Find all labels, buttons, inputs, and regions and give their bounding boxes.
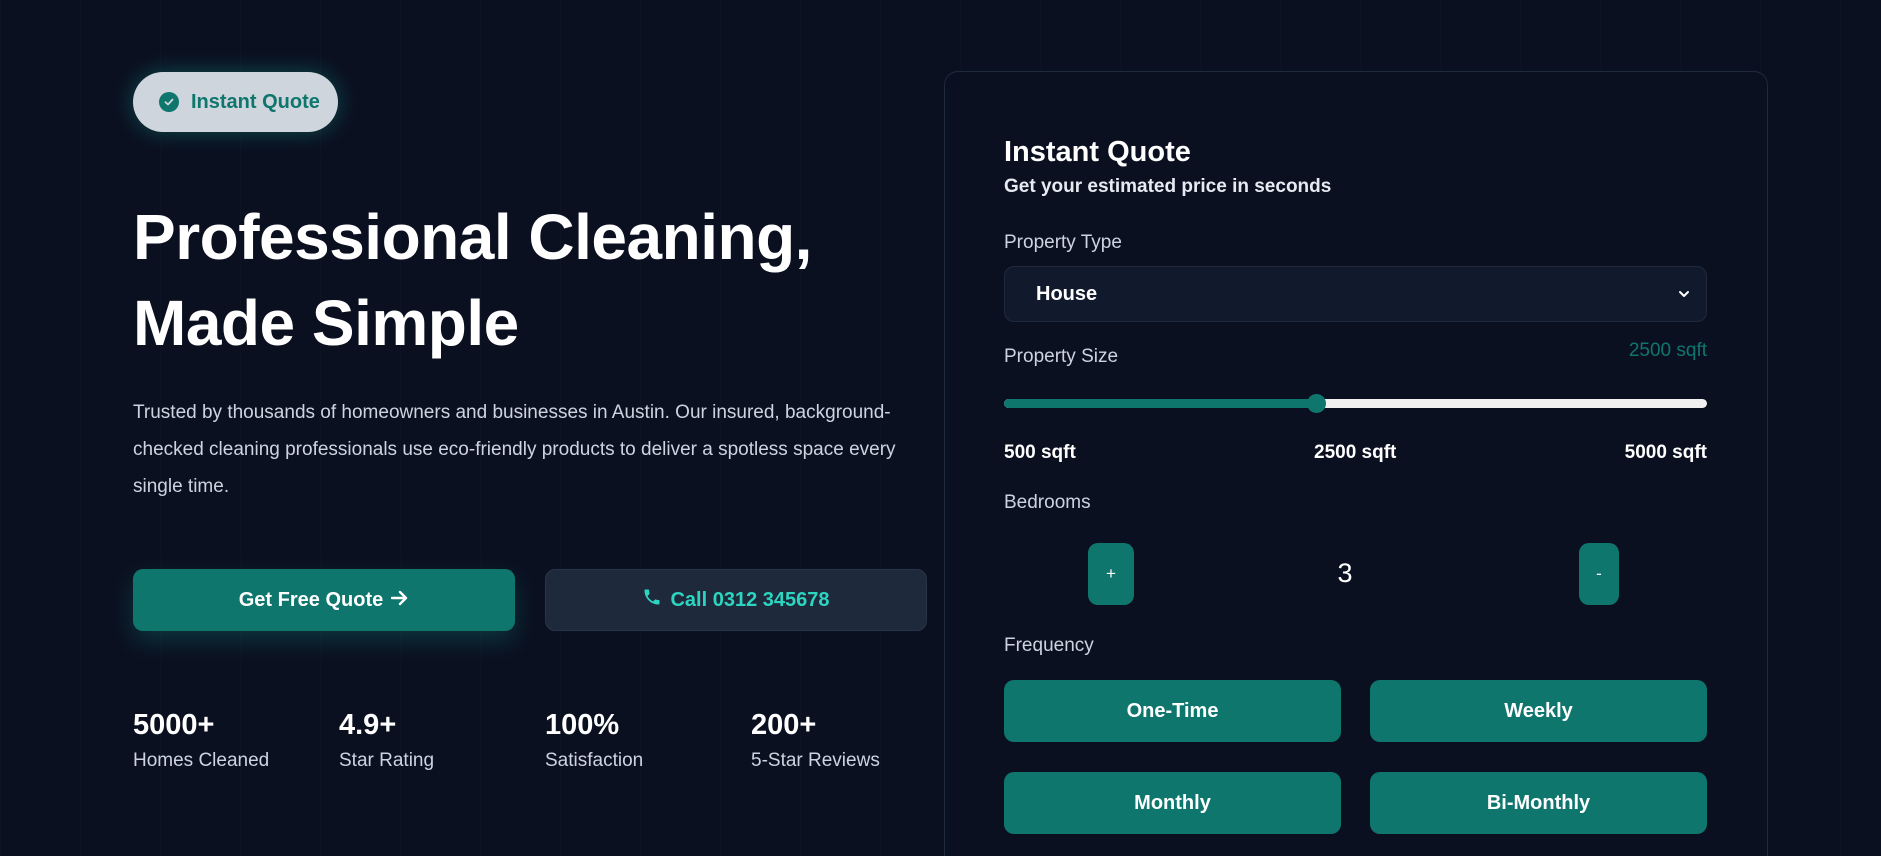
quote-card: Instant Quote Get your estimated price i… bbox=[944, 71, 1768, 856]
call-button-label: Call 0312 345678 bbox=[670, 588, 830, 611]
bedrooms-increment-button[interactable]: + bbox=[1088, 543, 1134, 605]
property-type-value: House bbox=[1036, 282, 1098, 305]
slider-fill bbox=[1004, 399, 1316, 408]
page: Instant Quote Professional Cleaning, Mad… bbox=[0, 0, 1881, 856]
stat-homes-cleaned: 5000+ Homes Cleaned bbox=[133, 708, 339, 772]
quote-subtitle: Get your estimated price in seconds bbox=[1004, 176, 1332, 197]
frequency-monthly-button[interactable]: Monthly bbox=[1004, 772, 1341, 834]
bedrooms-label: Bedrooms bbox=[1004, 492, 1091, 513]
arrow-right-icon bbox=[391, 589, 409, 612]
property-size-slider[interactable] bbox=[1004, 394, 1707, 413]
frequency-weekly-button[interactable]: Weekly bbox=[1370, 680, 1707, 742]
cta-row: Get Free Quote Call 0312 345678 bbox=[133, 569, 927, 631]
hero-description: Trusted by thousands of homeowners and b… bbox=[133, 402, 896, 497]
frequency-one-time-button[interactable]: One-Time bbox=[1004, 680, 1341, 742]
stat-star-rating: 4.9+ Star Rating bbox=[339, 708, 545, 772]
stat-satisfaction: 100% Satisfaction bbox=[545, 708, 751, 772]
property-size-label: Property Size bbox=[1004, 346, 1119, 367]
headline-line-2: Made Simple bbox=[133, 287, 519, 359]
bedrooms-decrement-button[interactable]: - bbox=[1579, 543, 1619, 605]
property-type-label: Property Type bbox=[1004, 232, 1122, 253]
stat-label: Satisfaction bbox=[545, 750, 644, 771]
size-tick-max: 5000 sqft bbox=[1624, 442, 1707, 463]
chevron-down-icon bbox=[1674, 284, 1694, 304]
stat-value: 200+ bbox=[751, 709, 817, 741]
instant-quote-badge: Instant Quote bbox=[133, 72, 338, 132]
property-size-value: 2500 sqft bbox=[1628, 340, 1707, 361]
check-circle-icon bbox=[159, 92, 179, 112]
headline-line-1: Professional Cleaning, bbox=[133, 201, 812, 273]
size-tick-mid: 2500 sqft bbox=[1314, 442, 1397, 463]
stat-value: 4.9+ bbox=[339, 709, 397, 741]
frequency-label: Frequency bbox=[1004, 635, 1094, 656]
stat-value: 5000+ bbox=[133, 709, 215, 741]
stat-label: Star Rating bbox=[339, 750, 435, 771]
frequency-bi-monthly-button[interactable]: Bi-Monthly bbox=[1370, 772, 1707, 834]
slider-thumb[interactable] bbox=[1307, 394, 1326, 413]
size-tick-min: 500 sqft bbox=[1004, 442, 1076, 463]
stat-label: 5-Star Reviews bbox=[751, 750, 880, 771]
hero-headline: Professional Cleaning, Made Simple bbox=[133, 194, 893, 366]
stat-value: 100% bbox=[545, 709, 620, 741]
call-button[interactable]: Call 0312 345678 bbox=[545, 569, 927, 631]
phone-icon bbox=[642, 587, 662, 613]
property-type-select[interactable]: House bbox=[1004, 266, 1707, 322]
bedrooms-count: 3 bbox=[1337, 558, 1353, 588]
stat-label: Homes Cleaned bbox=[133, 750, 270, 771]
get-free-quote-label: Get Free Quote bbox=[238, 588, 384, 611]
hero-section: Instant Quote Professional Cleaning, Mad… bbox=[133, 72, 933, 771]
stat-reviews: 200+ 5-Star Reviews bbox=[751, 708, 957, 772]
stats-row: 5000+ Homes Cleaned 4.9+ Star Rating 100… bbox=[133, 708, 957, 772]
quote-title: Instant Quote bbox=[1004, 136, 1191, 168]
badge-label: Instant Quote bbox=[191, 90, 320, 113]
get-free-quote-button[interactable]: Get Free Quote bbox=[133, 569, 515, 631]
